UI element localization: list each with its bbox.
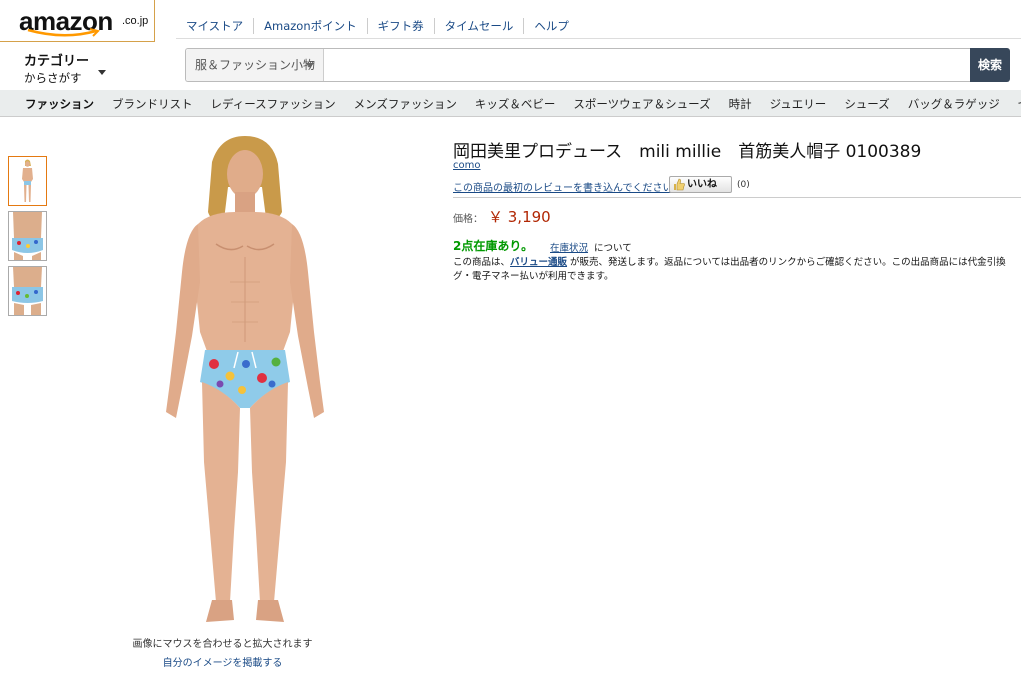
catnav-bags[interactable]: バッグ＆ラゲッジ (899, 96, 1009, 112)
thumbs-up-icon (674, 178, 685, 191)
search-button[interactable]: 検索 (970, 48, 1010, 82)
divider (176, 38, 1021, 39)
nav-gift-card[interactable]: ギフト券 (366, 18, 434, 34)
stock-info-tail: について (594, 243, 632, 254)
thumbnail-2[interactable] (8, 211, 47, 261)
amazon-logo[interactable]: amazon .co.jp (0, 0, 155, 42)
catnav-ladies[interactable]: レディースファッション (202, 96, 345, 112)
catnav-mens[interactable]: メンズファッション (345, 96, 466, 112)
catnav-brand-list[interactable]: ブランドリスト (103, 96, 202, 112)
search-department-label: 服＆ファッション小物 (195, 58, 316, 72)
stock-status: 2点在庫あり。 (453, 239, 534, 253)
stock-info-link[interactable]: 在庫状況 (550, 240, 588, 254)
logo-tld: .co.jp (122, 15, 149, 27)
shipping-post: が販売、発送します。返品については出品者のリンクからご確認ください。この出品商品… (567, 257, 1006, 268)
seller-link[interactable]: バリュー通販 (510, 257, 567, 268)
divider (453, 197, 1021, 198)
category-title: カテゴリー (24, 54, 90, 69)
shipping-info-line2: グ・電子マネー払いが利用できます。 (453, 271, 614, 282)
like-label: いいね (687, 179, 717, 190)
nav-amazon-points[interactable]: Amazonポイント (253, 18, 366, 34)
nav-help[interactable]: ヘルプ (523, 18, 579, 34)
upload-image-link-wrap: 自分のイメージを掲載する (0, 654, 445, 669)
brand-link[interactable]: como (453, 160, 480, 171)
image-zoom-caption: 画像にマウスを合わせると拡大されます (132, 639, 313, 650)
catnav-shoes[interactable]: シューズ (835, 96, 898, 112)
smile-icon (27, 28, 100, 37)
catnav-watches[interactable]: 時計 (720, 96, 761, 112)
model-thumbnail-icon (9, 157, 46, 205)
like-count: (0) (737, 180, 750, 190)
shipping-pre: この商品は、 (453, 257, 511, 268)
catnav-kids-baby[interactable]: キッズ＆ベビー (466, 96, 565, 112)
catnav-fashion[interactable]: ファッション (16, 96, 103, 112)
nav-my-store[interactable]: マイストア (176, 18, 253, 34)
price-label: 価格： (453, 214, 483, 225)
upload-image-link[interactable]: 自分のイメージを掲載する (163, 658, 283, 669)
search-input[interactable] (326, 49, 966, 81)
catnav-jewelry[interactable]: ジュエリー (761, 96, 836, 112)
write-review-link[interactable]: この商品の最初のレビューを書き込んでください。 (453, 179, 683, 194)
swimwear-front-thumbnail-icon (9, 212, 46, 260)
price-value: ￥ 3,190 (488, 208, 551, 226)
chevron-down-icon (306, 63, 314, 68)
category-menu[interactable]: カテゴリー からさがす (24, 50, 89, 86)
like-button[interactable]: いいね (669, 176, 732, 193)
search-bar: 服＆ファッション小物 (185, 48, 970, 82)
chevron-down-icon[interactable] (98, 70, 106, 75)
catnav-sportswear[interactable]: スポーツウェア＆シューズ (564, 96, 719, 112)
thumbnail-1[interactable] (8, 156, 47, 206)
product-title: 岡田美里プロデュース mili millie 首筋美人帽子 0100389 (453, 142, 922, 162)
catnav-sale[interactable]: セール (1009, 96, 1021, 112)
shipping-info-line1: この商品は、バリュー通販 が販売、発送します。返品については出品者のリンクからご… (453, 254, 1006, 268)
search-department-select[interactable]: 服＆ファッション小物 (186, 49, 324, 81)
thumbnail-3[interactable] (8, 266, 47, 316)
swimwear-back-thumbnail-icon (9, 267, 46, 315)
top-nav: マイストア Amazonポイント ギフト券 タイムセール ヘルプ (176, 18, 579, 34)
category-sub: からさがす (24, 71, 82, 85)
product-main-image[interactable] (150, 132, 340, 632)
category-nav: ファッション ブランドリスト レディースファッション メンズファッション キッズ… (0, 90, 1021, 117)
nav-time-sale[interactable]: タイムセール (433, 18, 524, 34)
